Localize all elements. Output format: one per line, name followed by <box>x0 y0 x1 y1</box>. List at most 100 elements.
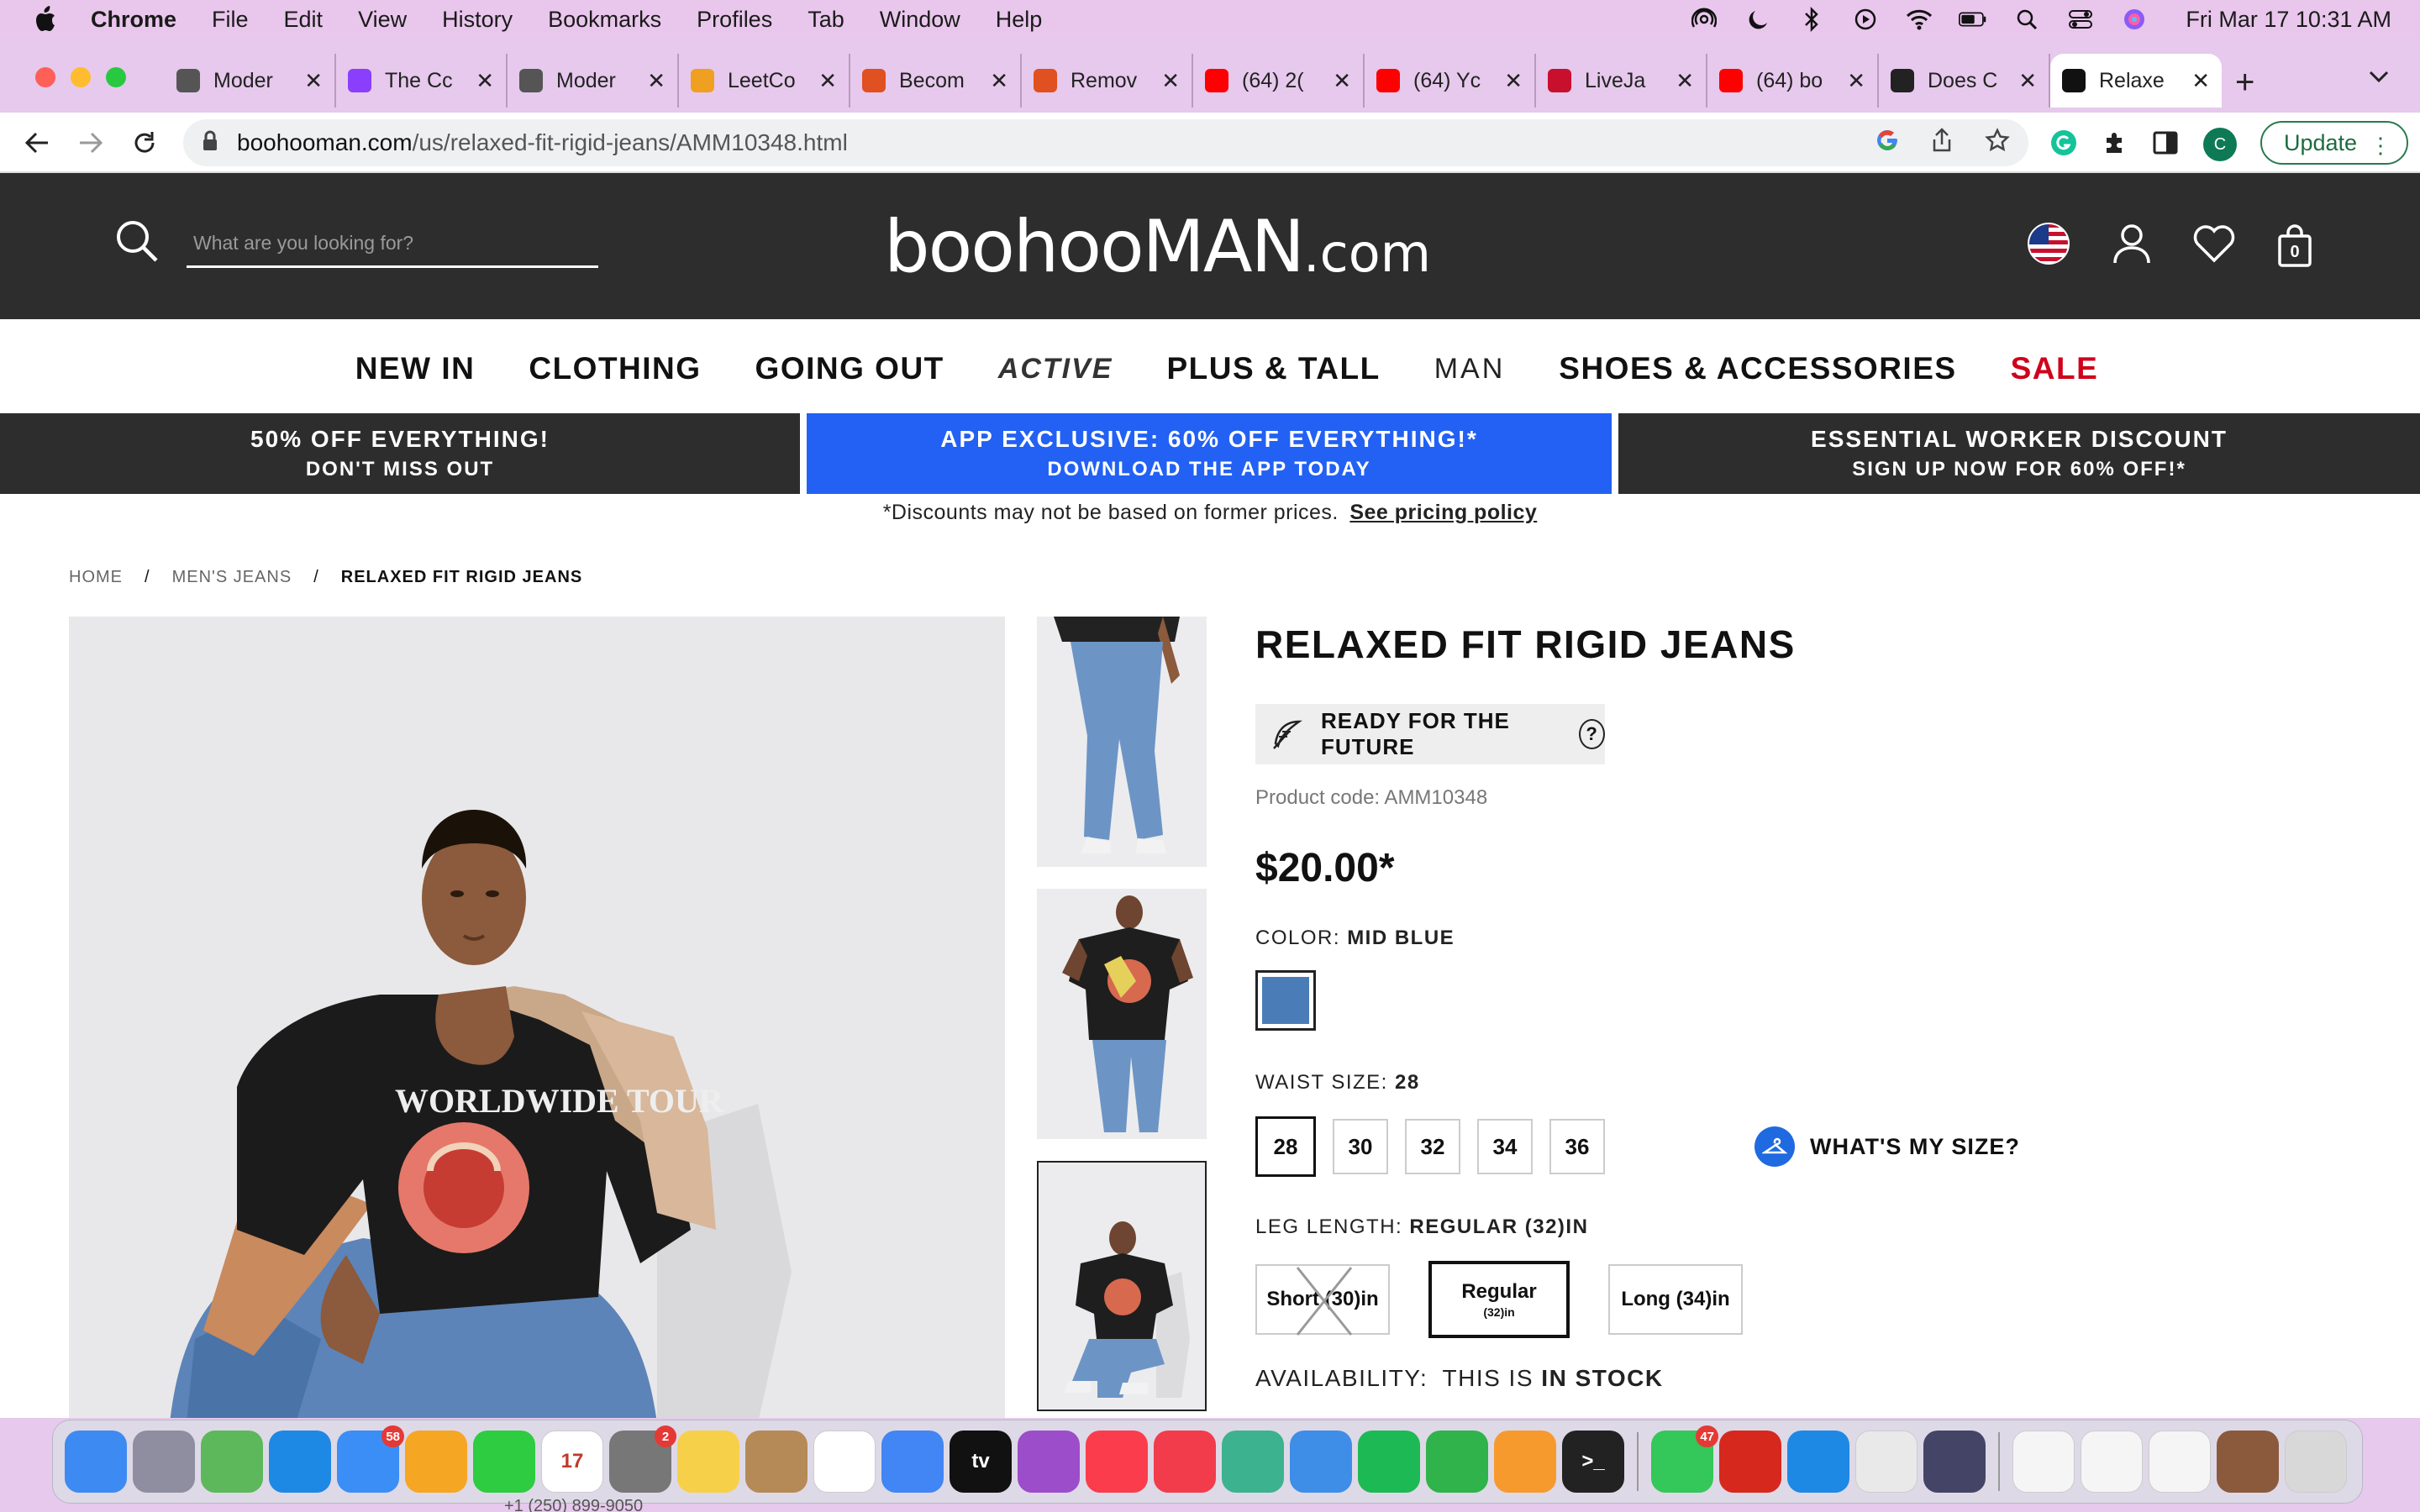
apple-tv-icon[interactable]: tv <box>950 1431 1012 1493</box>
menu-view[interactable]: View <box>358 7 407 33</box>
wifi-icon[interactable] <box>1905 7 1933 32</box>
close-tab-icon[interactable]: ✕ <box>990 68 1008 94</box>
close-tab-icon[interactable]: ✕ <box>647 68 666 94</box>
length-option-long[interactable]: Long (34)in <box>1608 1264 1743 1335</box>
nav-active[interactable]: ACTIVE <box>998 353 1113 386</box>
safari-icon[interactable] <box>269 1431 331 1493</box>
doc-preview-2-icon[interactable] <box>2081 1431 2143 1493</box>
tab[interactable]: LeetCo ✕ <box>679 54 850 108</box>
trash-icon[interactable] <box>2285 1431 2347 1493</box>
news-icon[interactable] <box>1154 1431 1216 1493</box>
doc-preview-3-icon[interactable] <box>2149 1431 2211 1493</box>
calendar-icon[interactable]: 17 <box>541 1431 603 1493</box>
minimize-window-button[interactable] <box>71 67 91 87</box>
color-swatch-mid-blue[interactable] <box>1255 970 1316 1031</box>
nav-plus-tall[interactable]: PLUS & TALL <box>1166 351 1380 386</box>
tab-active[interactable]: Relaxe ✕ <box>2050 54 2222 108</box>
product-thumbnail[interactable] <box>1037 617 1207 867</box>
more-menu-icon[interactable]: ⋮ <box>2370 133 2391 159</box>
product-main-image[interactable]: WORLDWIDE TOUR <box>69 617 1005 1418</box>
bookmark-star-icon[interactable] <box>1985 128 2010 157</box>
address-bar[interactable]: boohooman.com/us/relaxed-fit-rigid-jeans… <box>183 119 2028 166</box>
menu-app-name[interactable]: Chrome <box>91 7 176 33</box>
promo-app-exclusive[interactable]: APP EXCLUSIVE: 60% OFF EVERYTHING!* DOWN… <box>807 413 1612 494</box>
close-tab-icon[interactable]: ✕ <box>1333 68 1351 94</box>
search-icon[interactable] <box>114 218 161 270</box>
lock-icon[interactable] <box>202 130 218 156</box>
java-icon[interactable] <box>1855 1431 1918 1493</box>
tab[interactable]: Becom ✕ <box>850 54 1022 108</box>
new-tab-button[interactable]: + <box>2235 64 2254 102</box>
reminders-icon[interactable] <box>813 1431 876 1493</box>
do-not-disturb-moon-icon[interactable] <box>1744 7 1772 32</box>
siri-icon[interactable] <box>2120 7 2149 32</box>
nav-sale[interactable]: SALE <box>2011 351 2099 386</box>
promo-50-off[interactable]: 50% OFF EVERYTHING! DON'T MISS OUT <box>0 413 800 494</box>
size-option-34[interactable]: 34 <box>1477 1119 1533 1174</box>
grammarly-extension-icon[interactable] <box>2050 129 2077 160</box>
product-thumbnail-selected[interactable] <box>1037 1161 1207 1411</box>
numbers-icon[interactable] <box>1426 1431 1488 1493</box>
boohooman-logo[interactable]: boohooMAN.com <box>884 205 1431 289</box>
ready-for-the-future-badge[interactable]: READY FOR THE FUTURE ? <box>1255 704 1605 764</box>
acrobat-icon[interactable] <box>1719 1431 1781 1493</box>
tab[interactable]: Moder ✕ <box>508 54 679 108</box>
doc-preview-1-icon[interactable] <box>2012 1431 2075 1493</box>
battery-icon[interactable] <box>1959 7 1987 32</box>
tab[interactable]: (64) bo ✕ <box>1707 54 1879 108</box>
keynote-icon[interactable] <box>1290 1431 1352 1493</box>
size-option-30[interactable]: 30 <box>1333 1119 1388 1174</box>
photo-preview-icon[interactable] <box>2217 1431 2279 1493</box>
pages-icon[interactable] <box>1494 1431 1556 1493</box>
zoom-window-button[interactable] <box>106 67 126 87</box>
menu-history[interactable]: History <box>442 7 513 33</box>
airdrop-icon[interactable] <box>1690 7 1718 32</box>
spotify-icon[interactable] <box>1358 1431 1420 1493</box>
update-chrome-button[interactable]: Update ⋮ <box>2260 121 2408 165</box>
menu-file[interactable]: File <box>212 7 249 33</box>
chrome-icon[interactable] <box>881 1431 944 1493</box>
control-center-icon[interactable] <box>2066 7 2095 32</box>
wishlist-heart-icon[interactable] <box>2193 224 2235 267</box>
tab-search-chevron-icon[interactable] <box>2368 69 2390 88</box>
maps-icon[interactable] <box>201 1431 263 1493</box>
bluetooth-icon[interactable] <box>1797 7 1826 32</box>
close-tab-icon[interactable]: ✕ <box>1676 68 1694 94</box>
shopping-bag-icon[interactable]: 0 <box>2277 223 2312 268</box>
spotlight-search-icon[interactable] <box>2012 7 2041 32</box>
close-tab-icon[interactable]: ✕ <box>818 68 837 94</box>
nav-man[interactable]: MAN <box>1434 353 1506 386</box>
length-option-regular[interactable]: Regular (32)in <box>1428 1261 1570 1338</box>
account-user-icon[interactable] <box>2112 223 2151 269</box>
promo-essential-worker[interactable]: ESSENTIAL WORKER DISCOUNT SIGN UP NOW FO… <box>1618 413 2420 494</box>
info-question-icon[interactable]: ? <box>1579 719 1605 749</box>
menu-help[interactable]: Help <box>996 7 1043 33</box>
back-arrow-icon[interactable] <box>22 128 52 158</box>
facetime-icon[interactable] <box>473 1431 535 1493</box>
finder-icon[interactable] <box>65 1431 127 1493</box>
close-tab-icon[interactable]: ✕ <box>1161 68 1180 94</box>
notes-icon[interactable] <box>677 1431 739 1493</box>
size-option-28[interactable]: 28 <box>1255 1116 1316 1177</box>
forward-arrow-icon[interactable] <box>76 128 106 158</box>
size-option-32[interactable]: 32 <box>1405 1119 1460 1174</box>
share-icon[interactable] <box>1931 128 1953 157</box>
breadcrumb-mens-jeans[interactable]: MEN'S JEANS <box>172 568 292 587</box>
close-tab-icon[interactable]: ✕ <box>476 68 494 94</box>
atom-icon[interactable] <box>1222 1431 1284 1493</box>
podcasts-icon[interactable] <box>1018 1431 1080 1493</box>
pricing-policy-link[interactable]: See pricing policy <box>1349 501 1537 524</box>
menubar-clock[interactable]: Fri Mar 17 10:31 AM <box>2186 7 2391 33</box>
menu-edit[interactable]: Edit <box>284 7 324 33</box>
tab[interactable]: The Cc ✕ <box>336 54 508 108</box>
whats-my-size-link[interactable]: WHAT'S MY SIZE? <box>1754 1126 2020 1167</box>
breadcrumb-home[interactable]: HOME <box>69 568 123 587</box>
close-window-button[interactable] <box>35 67 55 87</box>
reload-icon[interactable] <box>129 128 160 158</box>
menu-tab[interactable]: Tab <box>808 7 844 33</box>
length-option-short-unavailable[interactable]: Short (30)in <box>1255 1264 1390 1336</box>
menu-bookmarks[interactable]: Bookmarks <box>548 7 661 33</box>
launchpad-icon[interactable] <box>133 1431 195 1493</box>
size-option-36[interactable]: 36 <box>1549 1119 1605 1174</box>
url-text[interactable]: boohooman.com/us/relaxed-fit-rigid-jeans… <box>237 129 848 156</box>
